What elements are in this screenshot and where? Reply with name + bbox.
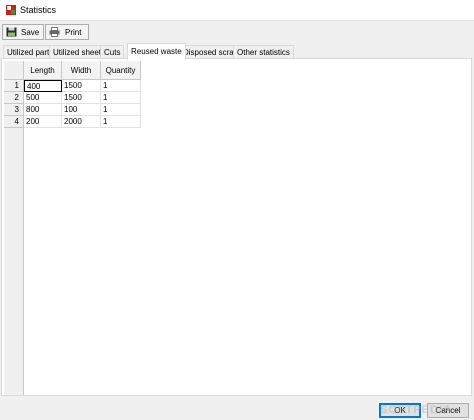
tab-reused-waste[interactable]: Reused waste [127, 43, 186, 60]
title-bar: Statistics [0, 0, 474, 21]
row-number[interactable]: 1 [4, 80, 23, 92]
cell-quantity[interactable]: 1 [101, 116, 141, 128]
cell-length[interactable]: 400 [24, 80, 62, 92]
floppy-disk-icon [6, 27, 17, 37]
save-button[interactable]: Save [2, 24, 44, 40]
data-grid: Length Width Quantity 1 400 1500 1 2 500… [4, 61, 466, 395]
cell-length[interactable]: 800 [24, 104, 62, 116]
print-button[interactable]: Print [45, 24, 89, 40]
tab-cuts[interactable]: Cuts [100, 45, 125, 59]
print-label: Print [65, 28, 82, 37]
cell-length[interactable]: 500 [24, 92, 62, 104]
tab-other-statistics[interactable]: Other statistics [233, 45, 294, 59]
cell-width[interactable]: 2000 [62, 116, 101, 128]
cell-quantity[interactable]: 1 [101, 80, 141, 92]
save-label: Save [21, 28, 40, 37]
tab-panel: Length Width Quantity 1 400 1500 1 2 500… [1, 58, 472, 396]
column-header-quantity[interactable]: Quantity [101, 61, 141, 80]
cell-quantity[interactable]: 1 [101, 92, 141, 104]
row-number[interactable]: 4 [4, 116, 23, 128]
cell-quantity[interactable]: 1 [101, 104, 141, 116]
tab-strip: Utilized parts Utilized sheets Cuts Reus… [0, 43, 474, 60]
cell-width[interactable]: 100 [62, 104, 101, 116]
cell-width[interactable]: 1500 [62, 80, 101, 92]
window-title: Statistics [20, 5, 57, 15]
column-header-width[interactable]: Width [62, 61, 101, 80]
cell-width[interactable]: 1500 [62, 92, 101, 104]
toolbar: Save Print [0, 21, 474, 43]
row-number[interactable]: 3 [4, 104, 23, 116]
watermark: SOFTPEDIA [380, 404, 452, 416]
row-number[interactable]: 2 [4, 92, 23, 104]
grid-corner [4, 61, 23, 80]
column-header-length[interactable]: Length [24, 61, 62, 80]
cell-length[interactable]: 200 [24, 116, 62, 128]
printer-icon [49, 27, 60, 37]
app-icon [6, 5, 16, 15]
